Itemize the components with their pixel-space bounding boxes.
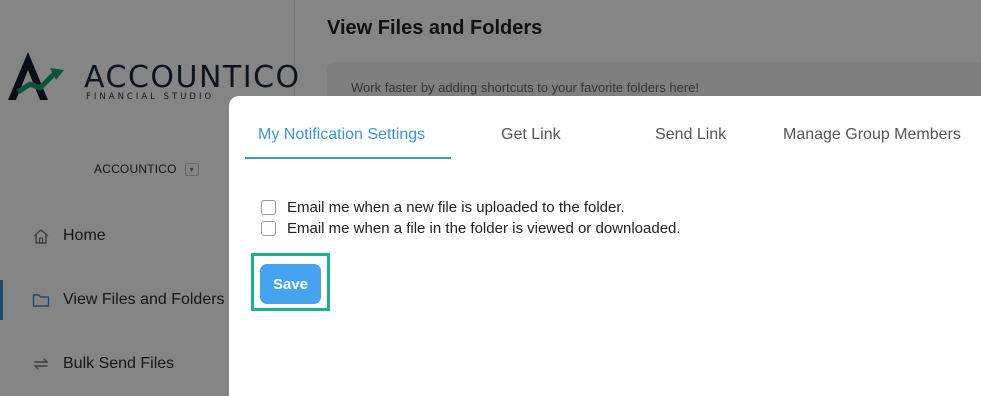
option-email-on-view[interactable]: Email me when a file in the folder is vi… xyxy=(261,218,681,238)
tab-get-link[interactable]: Get Link xyxy=(501,126,561,144)
folder-settings-modal: My Notification Settings Get Link Send L… xyxy=(229,96,981,396)
view-notification-checkbox[interactable] xyxy=(261,220,276,236)
option-label: Email me when a new file is uploaded to … xyxy=(287,198,625,216)
tab-manage-group-members[interactable]: Manage Group Members xyxy=(783,126,961,144)
active-tab-underline xyxy=(245,157,451,159)
option-email-on-upload[interactable]: Email me when a new file is uploaded to … xyxy=(261,197,625,217)
tab-send-link[interactable]: Send Link xyxy=(655,126,726,144)
save-button[interactable]: Save xyxy=(260,264,321,304)
tab-my-notification-settings[interactable]: My Notification Settings xyxy=(258,126,425,144)
option-label: Email me when a file in the folder is vi… xyxy=(287,219,681,237)
save-button-highlight: Save xyxy=(251,253,330,311)
upload-notification-checkbox[interactable] xyxy=(261,199,276,215)
modal-tabs: My Notification Settings Get Link Send L… xyxy=(245,96,981,160)
